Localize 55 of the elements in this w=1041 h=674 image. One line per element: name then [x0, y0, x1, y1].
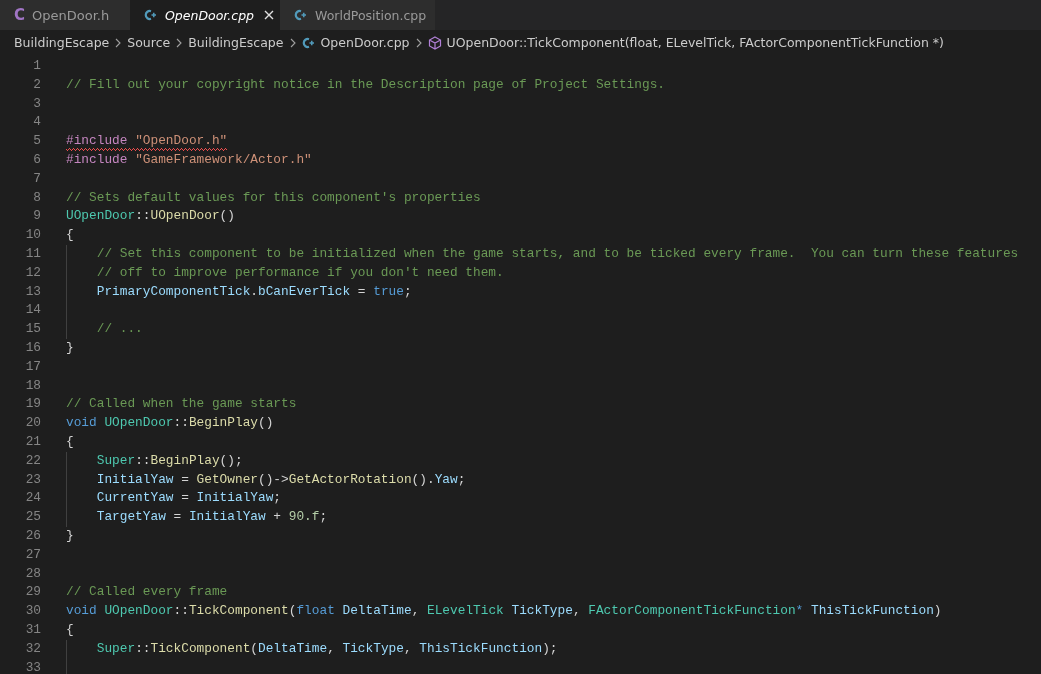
line-number: 6: [32, 151, 41, 169]
editor-tab[interactable]: C OpenDoor.h: [0, 0, 130, 30]
line-number: 5: [32, 132, 41, 151]
line-number: 31: [24, 620, 41, 639]
code-line: UOpenDoor::UOpenDoor(): [66, 207, 235, 226]
line-number: 23: [24, 470, 41, 489]
breadcrumb-item[interactable]: BuildingEscape: [188, 35, 284, 50]
line-number: 25: [24, 508, 41, 527]
line-number: 12: [24, 263, 41, 282]
code-line: }: [66, 338, 74, 357]
line-number: 24: [24, 489, 41, 508]
code-line: // Called when the game starts: [66, 395, 297, 414]
line-number: 20: [24, 414, 41, 433]
line-number: 13: [24, 282, 41, 301]
line-number: 9: [32, 207, 41, 226]
code-line: }: [66, 526, 74, 545]
line-number: 14: [24, 301, 41, 320]
code-line: // Called every frame: [66, 583, 228, 602]
code-line: {: [66, 620, 74, 639]
line-number: 21: [24, 432, 41, 451]
line-number: 26: [24, 526, 41, 545]
breadcrumb-item[interactable]: Source: [127, 35, 171, 50]
code-line: void UOpenDoor::BeginPlay(): [66, 414, 274, 433]
line-number: 2: [32, 75, 41, 94]
code-line: {: [66, 226, 74, 245]
c-file-icon: C: [14, 6, 25, 24]
code-line: // Sets default values for this component's properties: [66, 188, 481, 207]
line-number: 15: [24, 320, 41, 339]
line-number: 28: [24, 564, 41, 583]
line-number: 7: [32, 169, 41, 188]
line-number: 27: [24, 545, 41, 564]
code-line: // Fill out your copyright notice in the Description page of Project Settings.: [66, 75, 665, 94]
line-number: 8: [32, 188, 41, 207]
line-number: 16: [24, 338, 41, 357]
line-number: 10: [24, 226, 41, 245]
line-number: 29: [24, 583, 41, 602]
line-number: 4: [32, 113, 41, 132]
editor-tab[interactable]: OpenDoor.cpp: [130, 0, 280, 30]
code-line: void UOpenDoor::TickComponent(float DeltaTime, ELevelTick TickType, FActorComponentTickFunction* ThisTickFunction): [66, 602, 942, 621]
line-number: 11: [24, 244, 41, 263]
breadcrumb-item[interactable]: OpenDoor.cpp: [301, 35, 410, 50]
line-number: 32: [24, 639, 41, 658]
line-number: 19: [24, 395, 41, 414]
code-line: #include "GameFramework/Actor.h": [66, 151, 312, 169]
line-number: 17: [24, 357, 41, 376]
line-number: 22: [24, 451, 41, 470]
code-line: {: [66, 432, 74, 451]
line-number: 1: [32, 57, 41, 75]
breadcrumb-item[interactable]: UOpenDoor::TickComponent(float, ELevelTick, FActorComponentTickFunction *): [427, 35, 944, 50]
line-number: 33: [24, 658, 41, 674]
breadcrumb-item[interactable]: BuildingEscape: [14, 35, 110, 50]
editor-tab[interactable]: WorldPosition.cpp: [280, 0, 435, 30]
line-number: 30: [24, 602, 41, 621]
line-number: 3: [32, 94, 41, 113]
line-number: 18: [24, 376, 41, 395]
